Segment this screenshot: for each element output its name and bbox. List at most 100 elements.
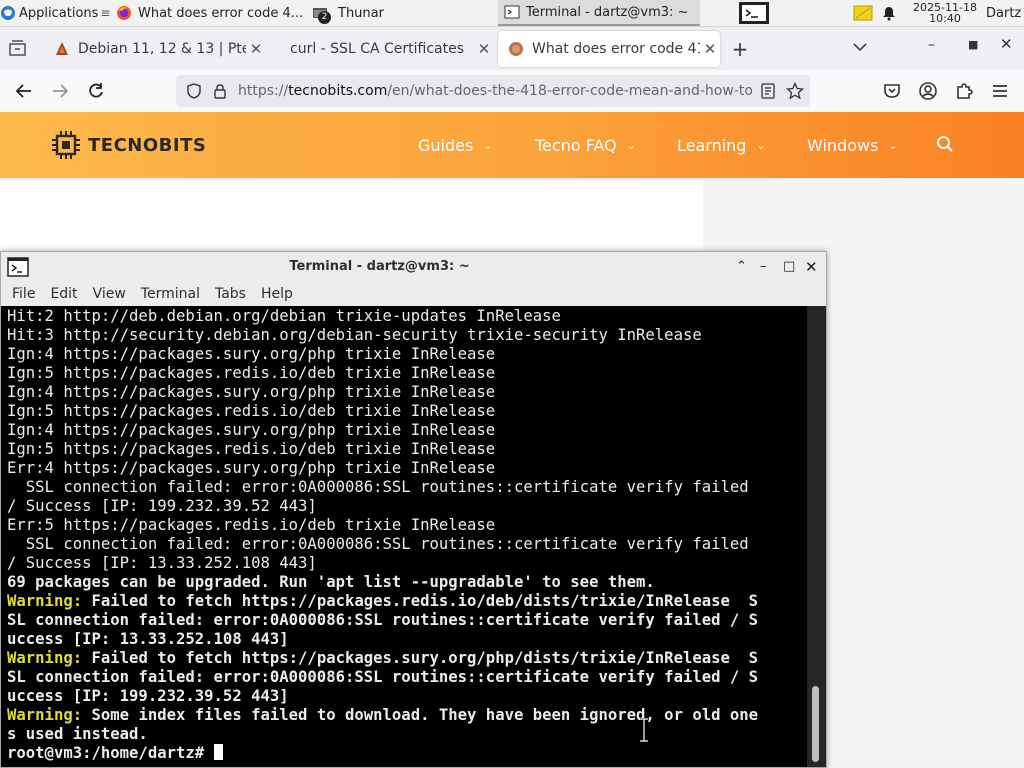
bookmark-star-icon[interactable]	[786, 82, 804, 100]
taskbar-item-firefox[interactable]: What does error code 4...	[110, 0, 306, 26]
menu-file[interactable]: File	[12, 286, 35, 302]
search-icon[interactable]	[936, 135, 954, 153]
terminal-line: Ign:4 https://packages.sury.org/php trix…	[7, 383, 496, 401]
terminal-window: Terminal - dartz@vm3: ~ ⌃ – □ ✕ File Edi…	[0, 251, 827, 768]
maximize-window-icon[interactable]: ■	[968, 38, 978, 51]
url-text[interactable]: https://tecnobits.com/en/what-does-the-4…	[238, 75, 753, 107]
hamburger-menu-icon[interactable]	[990, 81, 1010, 101]
list-all-tabs-icon[interactable]	[852, 39, 868, 55]
site-nav-guides[interactable]: Guides ⌄	[418, 112, 493, 178]
taskbar-item-label: Terminal - dartz@vm3: ~	[526, 4, 689, 20]
chevron-down-icon: ⌄	[756, 138, 766, 152]
site-nav-label: Guides	[418, 135, 474, 155]
user-menu-button[interactable]: Dartz	[986, 0, 1024, 26]
terminal-launcher-button[interactable]	[736, 0, 772, 26]
terminal-icon	[504, 4, 520, 20]
close-tab-icon[interactable]: ✕	[700, 40, 720, 58]
browser-tab-active[interactable]: What does error code 41 ✕	[498, 31, 720, 67]
terminal-line: Ign:5 https://packages.redis.io/deb trix…	[7, 402, 496, 420]
xfce-logo-icon	[0, 5, 16, 21]
applications-label: Applications	[19, 5, 99, 21]
site-logo[interactable]: TECNOBITS	[50, 129, 206, 161]
site-nav-learning[interactable]: Learning ⌄	[677, 112, 766, 178]
menu-help[interactable]: Help	[261, 286, 293, 302]
reload-icon[interactable]	[86, 81, 106, 101]
site-favicon-icon	[54, 41, 70, 57]
taskbar-item-label: What does error code 4...	[138, 5, 304, 21]
terminal-line: uccess [IP: 13.33.252.108 443]	[7, 630, 289, 648]
browser-tab-label: What does error code 41	[532, 41, 700, 57]
taskbar-item-thunar[interactable]: 2 Thunar	[306, 0, 498, 26]
close-tab-icon[interactable]: ✕	[474, 40, 494, 58]
terminal-line: Err:4 https://packages.sury.org/php trix…	[7, 459, 496, 477]
terminal-line: Ign:5 https://packages.redis.io/deb trix…	[7, 440, 496, 458]
browser-nav-bar: https://tecnobits.com/en/what-does-the-4…	[0, 70, 1024, 113]
close-window-icon[interactable]: ✕	[805, 252, 818, 282]
forward-arrow-icon[interactable]	[50, 81, 70, 101]
lock-icon[interactable]	[212, 83, 228, 99]
notifications-button[interactable]	[878, 0, 900, 26]
warning-label: Warning:	[7, 706, 83, 724]
terminal-scrollbar[interactable]	[807, 306, 826, 767]
applications-menu-button[interactable]: Applications ≡	[0, 0, 110, 26]
terminal-line: Ign:4 https://packages.sury.org/php trix…	[7, 345, 496, 363]
tab-groups-icon[interactable]	[8, 39, 28, 57]
pocket-icon[interactable]	[882, 81, 902, 101]
back-arrow-icon[interactable]	[14, 81, 34, 101]
browser-tab-bar: Debian 11, 12 & 13 | Pte ✕ curl - SSL CA…	[0, 27, 1024, 70]
browser-tab[interactable]: Debian 11, 12 & 13 | Pte ✕	[44, 31, 266, 67]
terminal-output[interactable]: Hit:2 http://deb.debian.org/debian trixi…	[1, 306, 807, 767]
chevron-down-icon: ⌄	[888, 138, 898, 152]
terminal-line: root@vm3:/home/dartz#	[7, 744, 758, 763]
minimize-window-icon[interactable]: –	[928, 37, 935, 53]
terminal-line: Ign:4 https://packages.sury.org/php trix…	[7, 421, 496, 439]
menu-edit[interactable]: Edit	[50, 286, 77, 302]
terminal-line: uccess [IP: 199.232.39.52 443]	[7, 687, 289, 705]
terminal-titlebar[interactable]: Terminal - dartz@vm3: ~ ⌃ – □ ✕	[1, 252, 826, 282]
url-bar[interactable]: https://tecnobits.com/en/what-does-the-4…	[176, 75, 810, 107]
browser-tab-label: curl - SSL CA Certificates	[290, 41, 465, 57]
scrollbar-thumb[interactable]	[812, 686, 819, 762]
terminal-launcher-icon	[738, 1, 770, 25]
terminal-line: Ign:5 https://packages.redis.io/deb trix…	[7, 364, 496, 382]
roll-up-window-icon[interactable]: ⌃	[736, 252, 747, 282]
tray-note-button[interactable]	[851, 0, 875, 26]
window-count-badge: 2	[318, 11, 331, 24]
close-tab-icon[interactable]: ✕	[246, 40, 266, 58]
terminal-line: Warning: Failed to fetch https://package…	[7, 649, 759, 667]
account-icon[interactable]	[918, 81, 938, 101]
reader-view-icon[interactable]	[760, 83, 776, 99]
site-header: TECNOBITS Guides ⌄ Tecno FAQ ⌄ Learning ⌄ W…	[0, 112, 1024, 178]
menu-tabs[interactable]: Tabs	[215, 286, 246, 302]
menu-terminal[interactable]: Terminal	[141, 286, 200, 302]
terminal-title: Terminal - dartz@vm3: ~	[289, 259, 470, 274]
site-nav-label: Windows	[807, 135, 879, 155]
warning-label: Warning:	[7, 649, 83, 667]
clock[interactable]: 2025-11-18 10:40	[906, 0, 984, 26]
extensions-icon[interactable]	[954, 81, 974, 101]
terminal-line: / Success [IP: 199.232.39.52 443]	[7, 497, 317, 515]
site-nav-label: Learning	[677, 135, 747, 155]
site-logo-text: TECNOBITS	[88, 134, 207, 156]
site-favicon-icon	[508, 41, 524, 57]
terminal-line: Hit:3 http://security.debian.org/debian-…	[7, 326, 702, 344]
chip-logo-icon	[50, 129, 82, 161]
url-domain: tecnobits.com	[288, 83, 388, 99]
url-path: /en/what-does-the-418-error-code-mean-an…	[387, 83, 753, 99]
terminal-line: Warning: Failed to fetch https://package…	[7, 592, 759, 610]
site-nav-windows[interactable]: Windows ⌄	[807, 112, 898, 178]
minimize-window-icon[interactable]: –	[760, 252, 767, 282]
new-tab-button[interactable]: +	[728, 35, 752, 63]
note-icon	[853, 4, 873, 22]
shield-icon[interactable]	[186, 83, 202, 99]
site-nav-tecno-faq[interactable]: Tecno FAQ ⌄	[535, 112, 636, 178]
menu-view[interactable]: View	[93, 286, 126, 302]
close-window-icon[interactable]: ✕	[1000, 35, 1013, 53]
browser-tab[interactable]: curl - SSL CA Certificates ✕	[272, 31, 494, 67]
bell-icon	[881, 5, 897, 21]
url-prefix: https://	[238, 83, 289, 99]
terminal-line: 69 packages can be upgraded. Run 'apt li…	[7, 573, 655, 591]
maximize-window-icon[interactable]: □	[783, 252, 795, 282]
taskbar-item-terminal[interactable]: Terminal - dartz@vm3: ~	[498, 0, 700, 26]
taskbar-item-label: Thunar	[338, 5, 384, 21]
